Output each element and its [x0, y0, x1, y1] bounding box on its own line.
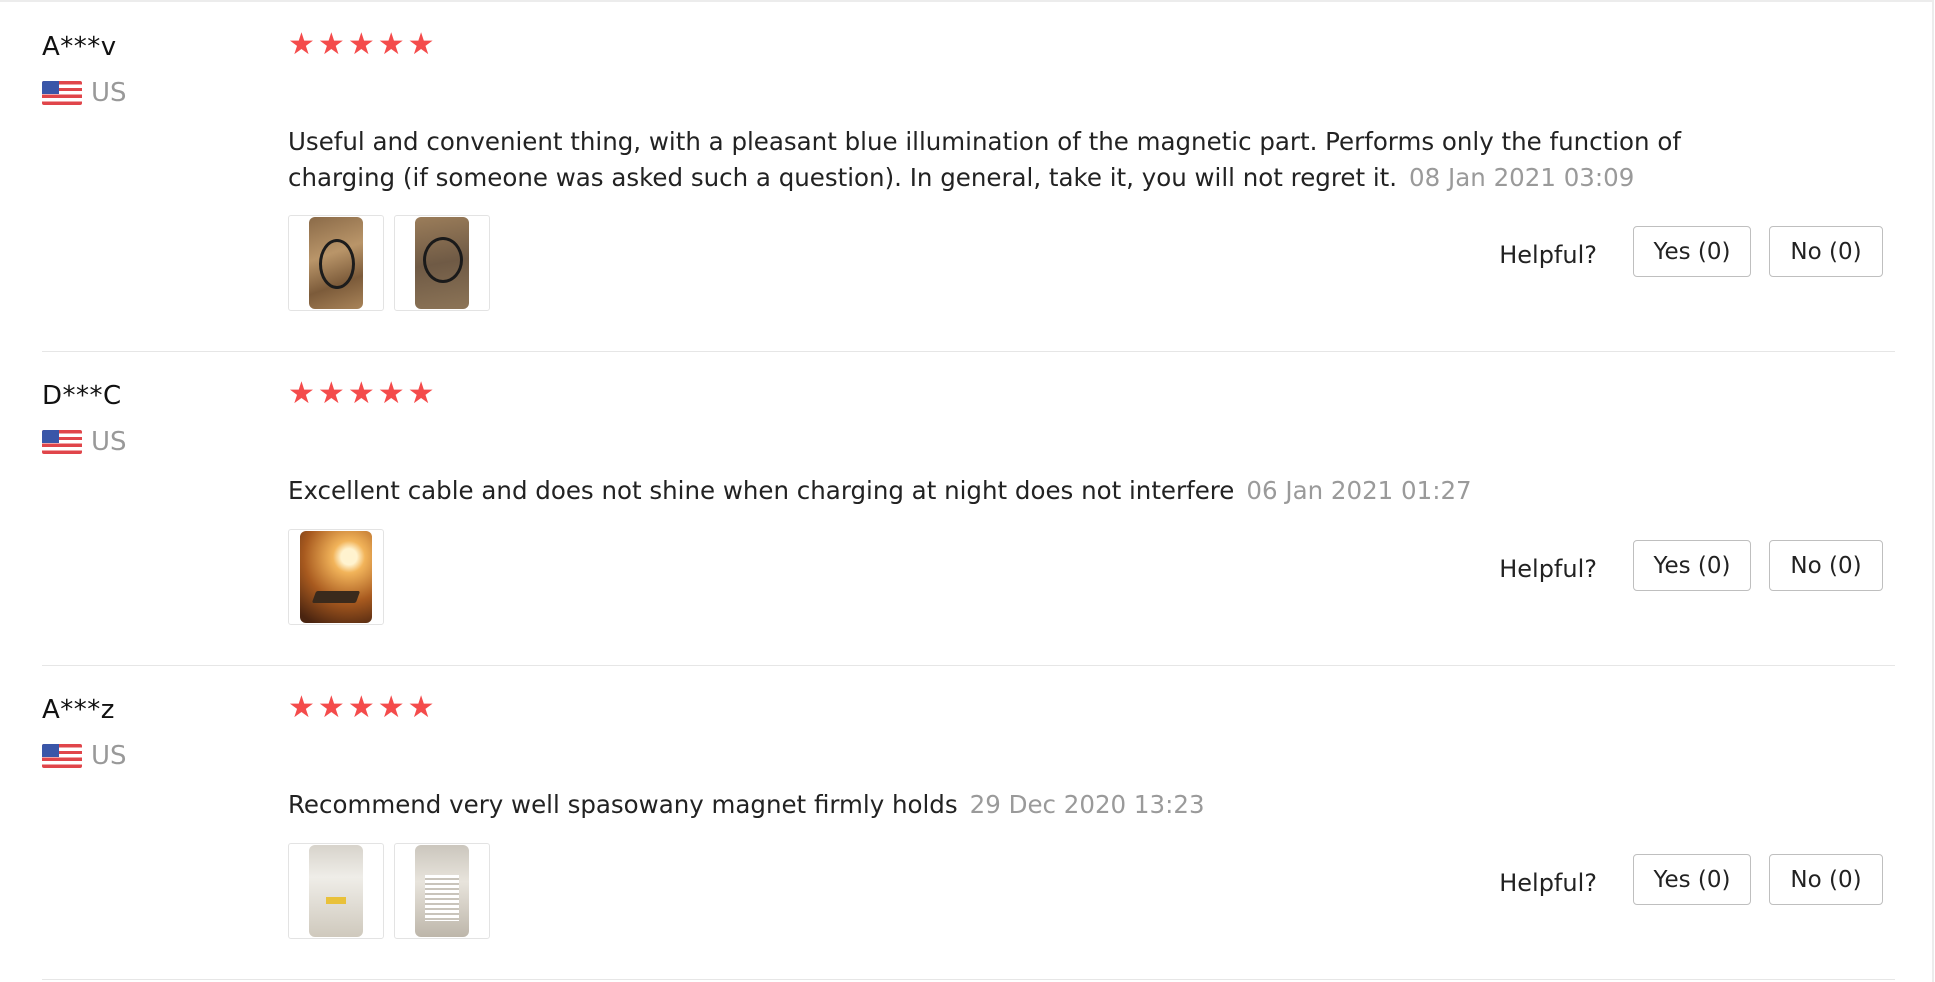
- star-rating: ★ ★ ★ ★ ★: [288, 691, 435, 725]
- review-date: 29 Dec 2020 13:23: [969, 790, 1205, 819]
- helpful-label: Helpful?: [1499, 240, 1597, 269]
- us-flag-icon: [42, 744, 82, 768]
- review-photo-thumbnail[interactable]: [288, 843, 384, 939]
- review-photos: [288, 529, 384, 625]
- star-icon: ★: [407, 27, 435, 62]
- star-icon: ★: [347, 376, 375, 411]
- star-icon: ★: [377, 376, 405, 411]
- star-icon: ★: [317, 376, 345, 411]
- reviewer-name: A***v: [42, 32, 117, 62]
- review-photo-thumbnail[interactable]: [394, 215, 490, 311]
- review-photo-thumbnail[interactable]: [288, 529, 384, 625]
- star-icon: ★: [407, 376, 435, 411]
- helpful-yes-button[interactable]: Yes (0): [1633, 226, 1751, 277]
- star-icon: ★: [317, 690, 345, 725]
- helpful-no-button[interactable]: No (0): [1769, 854, 1883, 905]
- review-text: Recommend very well spasowany magnet fir…: [288, 787, 1708, 823]
- review-date: 08 Jan 2021 03:09: [1409, 163, 1635, 192]
- helpful-no-button[interactable]: No (0): [1769, 540, 1883, 591]
- star-icon: ★: [347, 690, 375, 725]
- helpful-no-button[interactable]: No (0): [1769, 226, 1883, 277]
- country-code: US: [91, 427, 127, 457]
- country-code: US: [91, 78, 127, 108]
- reviewer-name: A***z: [42, 695, 115, 725]
- review-text: Excellent cable and does not shine when …: [288, 473, 1708, 509]
- review-date: 06 Jan 2021 01:27: [1246, 476, 1472, 505]
- us-flag-icon: [42, 81, 82, 105]
- star-icon: ★: [288, 690, 315, 725]
- review-divider: [42, 979, 1895, 980]
- helpful-vote: Helpful? Yes (0) No (0): [1499, 226, 1883, 277]
- star-icon: ★: [377, 27, 405, 62]
- review-photo-thumbnail[interactable]: [394, 843, 490, 939]
- star-rating: ★ ★ ★ ★ ★: [288, 377, 435, 411]
- reviewer-name: D***C: [42, 381, 122, 411]
- review-item: D***C US ★ ★ ★ ★ ★ Excellent cable and d…: [42, 377, 1895, 661]
- review-body: Excellent cable and does not shine when …: [288, 476, 1235, 505]
- review-text: Useful and convenient thing, with a plea…: [288, 124, 1708, 196]
- country-code: US: [91, 741, 127, 771]
- us-flag-icon: [42, 430, 82, 454]
- reviewer-country: US: [42, 741, 127, 771]
- reviewer-country: US: [42, 427, 127, 457]
- star-icon: ★: [317, 27, 345, 62]
- helpful-label: Helpful?: [1499, 554, 1597, 583]
- star-icon: ★: [377, 690, 405, 725]
- helpful-label: Helpful?: [1499, 868, 1597, 897]
- star-icon: ★: [288, 376, 315, 411]
- star-icon: ★: [407, 690, 435, 725]
- star-icon: ★: [347, 27, 375, 62]
- review-divider: [42, 351, 1895, 352]
- reviewer-country: US: [42, 78, 127, 108]
- review-divider: [42, 665, 1895, 666]
- review-photos: [288, 843, 490, 939]
- review-body: Recommend very well spasowany magnet fir…: [288, 790, 958, 819]
- helpful-yes-button[interactable]: Yes (0): [1633, 540, 1751, 591]
- star-icon: ★: [288, 27, 315, 62]
- review-photos: [288, 215, 490, 311]
- helpful-vote: Helpful? Yes (0) No (0): [1499, 854, 1883, 905]
- review-item: A***z US ★ ★ ★ ★ ★ Recommend very well s…: [42, 691, 1895, 975]
- review-photo-thumbnail[interactable]: [288, 215, 384, 311]
- helpful-yes-button[interactable]: Yes (0): [1633, 854, 1751, 905]
- helpful-vote: Helpful? Yes (0) No (0): [1499, 540, 1883, 591]
- review-item: A***v US ★ ★ ★ ★ ★ Useful and convenient…: [42, 28, 1895, 352]
- star-rating: ★ ★ ★ ★ ★: [288, 28, 435, 62]
